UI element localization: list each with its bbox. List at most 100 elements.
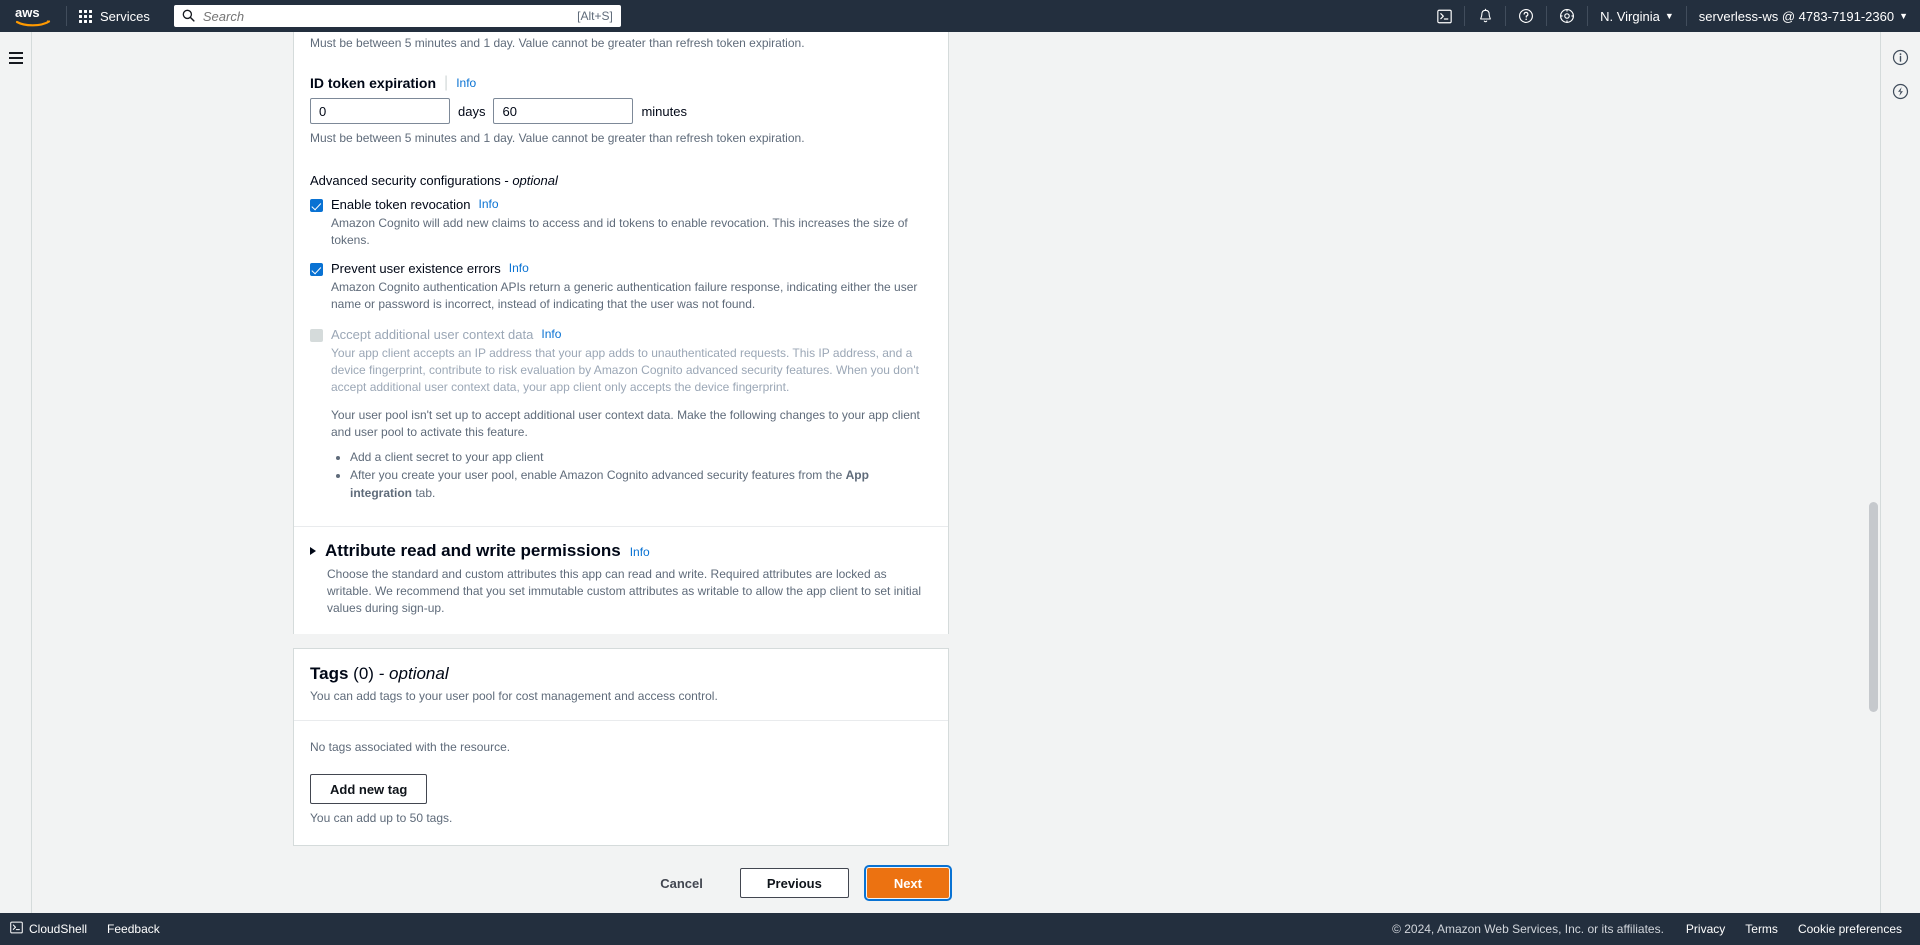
svg-text:aws: aws [15,5,40,20]
footer-terms-link[interactable]: Terms [1735,913,1788,945]
search-icon [182,9,195,24]
form-column: Must be between 5 minutes and 1 day. Val… [293,32,953,945]
access-token-hint: Must be between 5 minutes and 1 day. Val… [310,36,805,50]
cloudshell-icon [10,921,23,937]
global-search-bar[interactable]: [Alt+S] [173,5,621,27]
left-navigation-rail [0,32,32,945]
footer-right: © 2024, Amazon Web Services, Inc. or its… [1380,913,1920,945]
prevent-user-existence-errors-info-link[interactable]: Info [509,261,529,275]
footer-copyright: © 2024, Amazon Web Services, Inc. or its… [1392,922,1664,936]
checkbox-accept-additional-user-context-data-label: Accept additional user context data [331,327,534,342]
enable-token-revocation-info-link[interactable]: Info [478,197,498,211]
id-token-info-link[interactable]: Info [456,76,476,90]
info-panel-icon[interactable] [1886,42,1916,72]
id-token-label-row: ID token expiration | Info [310,74,932,92]
vertical-scrollbar[interactable] [1866,32,1880,945]
footer-cookie-preferences-link[interactable]: Cookie preferences [1788,913,1912,945]
id-token-hint: Must be between 5 minutes and 1 day. Val… [310,131,805,145]
tags-title-row: Tags (0) - optional [310,664,932,684]
checkbox-enable-token-revocation-description: Amazon Cognito will add new claims to ac… [331,216,908,247]
footer-privacy-link[interactable]: Privacy [1676,913,1735,945]
checkbox-accept-additional-user-context-data-description: Your app client accepts an IP address th… [331,346,919,394]
cancel-button[interactable]: Cancel [641,868,722,898]
minutes-unit-label: minutes [641,103,687,119]
id-token-expiration-label: ID token expiration [310,75,437,91]
account-menu[interactable]: serverless-ws @ 4783-7191-2360 ▼ [1687,0,1920,32]
chevron-down-icon: ▼ [1899,11,1908,21]
attribute-permissions-header[interactable]: Attribute read and write permissions Inf… [310,541,932,561]
global-footer: CloudShell Feedback © 2024, Amazon Web S… [0,913,1920,945]
bullet-text: After you create your user pool, enable … [350,468,846,482]
bullet-text-post: tab. [412,486,436,500]
days-unit-label: days [458,103,486,119]
bullet-text: Add a client secret to your app client [350,450,544,464]
footer-feedback-label: Feedback [107,922,160,936]
notifications-bell-icon[interactable] [1465,0,1505,32]
main-content-area: Must be between 5 minutes and 1 day. Val… [32,32,1880,945]
right-tool-rail [1880,32,1920,945]
footer-cloudshell-button[interactable]: CloudShell [0,913,97,945]
advanced-security-title: Advanced security configurations - optio… [310,173,932,188]
id-token-minutes-input[interactable] [493,98,634,124]
checkbox-prevent-user-existence-errors: Prevent user existence errors Info Amazo… [310,261,932,313]
accept-additional-user-context-data-info-link[interactable]: Info [541,327,561,341]
account-label: serverless-ws @ 4783-7191-2360 [1698,8,1895,24]
checkbox-enable-token-revocation-box[interactable] [310,199,323,212]
settings-gear-icon[interactable] [1547,0,1587,32]
advanced-security-title-text: Advanced security configurations - [310,173,513,188]
region-selector[interactable]: N. Virginia ▼ [1588,0,1686,32]
services-menu-button[interactable]: Services [67,0,162,32]
global-top-navigation: aws Services [Alt+S] [0,0,1920,32]
checkbox-prevent-user-existence-errors-description: Amazon Cognito authentication APIs retur… [331,280,918,311]
advanced-security-optional: optional [512,173,558,188]
checkbox-row: Prevent user existence errors Info [310,261,932,276]
checkbox-prevent-user-existence-errors-box[interactable] [310,263,323,276]
additional-user-context-note: Your user pool isn't set up to accept ad… [331,408,920,439]
tags-card: Tags (0) - optional You can add tags to … [293,648,949,846]
previous-button[interactable]: Previous [739,868,849,898]
footer-feedback-button[interactable]: Feedback [97,913,170,945]
checkbox-enable-token-revocation: Enable token revocation Info Amazon Cogn… [310,197,932,249]
checkbox-accept-additional-user-context-data: Accept additional user context data Info… [310,327,932,502]
label-separator: | [444,74,449,91]
attribute-permissions-title: Attribute read and write permissions [325,541,621,560]
list-item: Add a client secret to your app client [350,448,932,466]
app-shell: Must be between 5 minutes and 1 day. Val… [0,32,1920,945]
search-shortcut-hint: [Alt+S] [577,9,613,23]
checkbox-enable-token-revocation-label[interactable]: Enable token revocation [331,197,470,212]
tags-body: No tags associated with the resource. Ad… [294,721,948,845]
chevron-down-icon: ▼ [1664,11,1674,21]
tags-optional: - optional [378,664,449,683]
chevron-right-icon[interactable] [310,547,316,555]
checkbox-prevent-user-existence-errors-label[interactable]: Prevent user existence errors [331,261,501,276]
id-token-days-input[interactable] [310,98,450,124]
list-item: After you create your user pool, enable … [350,466,932,502]
additional-user-context-bullets: Add a client secret to your app client A… [350,448,932,502]
scrollbar-thumb[interactable] [1869,502,1878,712]
aws-logo-icon[interactable]: aws [0,0,66,32]
attribute-permissions-section: Attribute read and write permissions Inf… [294,527,948,634]
search-input[interactable] [202,8,570,24]
checkbox-row: Enable token revocation Info [310,197,932,212]
checkbox-accept-additional-user-context-data-box [310,329,323,342]
tags-header: Tags (0) - optional You can add tags to … [294,649,948,720]
services-label: Services [100,8,150,24]
nav-right-cluster: N. Virginia ▼ serverless-ws @ 4783-7191-… [1424,0,1920,32]
footer-left: CloudShell Feedback [0,913,170,945]
checkbox-row: Accept additional user context data Info [310,327,932,342]
shortcut-panel-icon[interactable] [1886,76,1916,106]
wizard-actions: Cancel Previous Next [293,865,953,901]
id-token-inputs-row: days minutes [310,98,932,124]
help-question-icon[interactable] [1506,0,1546,32]
cloudshell-icon[interactable] [1424,0,1464,32]
attribute-permissions-info-link[interactable]: Info [630,545,650,559]
next-button[interactable]: Next [863,865,953,901]
region-label: N. Virginia [1600,8,1660,24]
grid-apps-icon [79,9,92,23]
advanced-security-group: Advanced security configurations - optio… [310,173,932,502]
tags-count: (0) [353,664,374,683]
tags-limit-text: You can add up to 50 tags. [310,811,453,825]
hamburger-menu-icon[interactable] [0,42,32,74]
add-new-tag-button[interactable]: Add new tag [310,774,428,804]
tags-description: You can add tags to your user pool for c… [310,689,718,703]
